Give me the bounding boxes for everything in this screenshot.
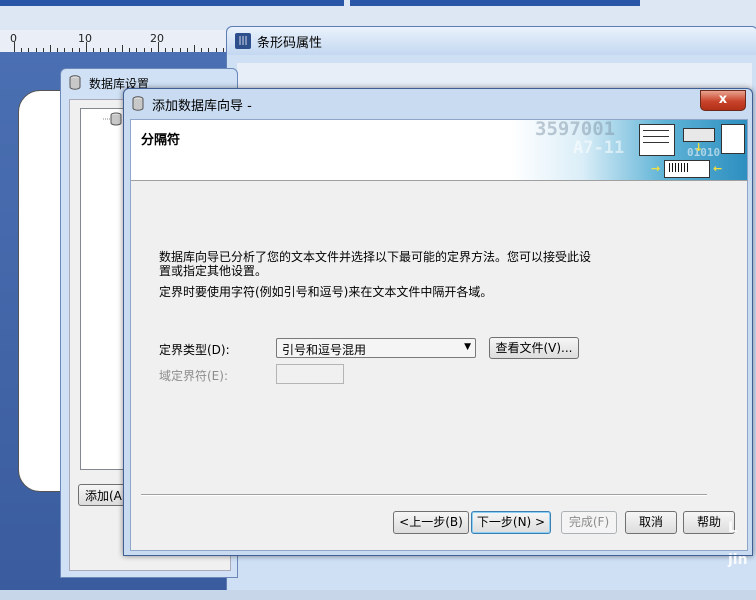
ruler-label-10: 10 — [78, 32, 92, 45]
page-title: 分隔符 — [141, 133, 181, 148]
delimiter-type-value: 引号和逗号混用 — [282, 343, 367, 357]
banner-number-1: 3597001 — [535, 120, 616, 140]
barcode-window-tabs — [237, 63, 752, 89]
delimiter-type-label: 定界类型(D): — [159, 343, 230, 357]
ruler-tick — [122, 45, 123, 52]
cancel-button[interactable]: 取消 — [625, 511, 677, 534]
wizard-header-banner: 3597001 A7-11 01010 ↓ → ← — [511, 120, 747, 180]
ruler-tick — [194, 45, 195, 52]
down-arrow-icon: ↓ — [694, 141, 704, 154]
close-icon: x — [718, 92, 728, 107]
add-database-wizard-dialog: 添加数据库向导 - x 分隔符 3597001 A7-11 01010 ↓ → … — [123, 88, 753, 556]
field-delimiter-label: 域定界符(E): — [159, 369, 228, 383]
ruler-tick — [50, 45, 51, 52]
database-icon — [132, 96, 144, 111]
ruler-tick — [14, 42, 15, 52]
watermark: L jin — [728, 520, 748, 568]
document-icon — [721, 124, 745, 154]
barcode-icon: ||| — [235, 33, 251, 49]
delimiter-type-select[interactable]: 引号和逗号混用 ▼ — [276, 338, 476, 358]
next-button[interactable]: 下一步(N) > — [471, 511, 551, 534]
ruler-label-20: 20 — [150, 32, 164, 45]
field-delimiter-input[interactable] — [276, 364, 344, 384]
ruler-tick — [158, 42, 159, 52]
spreadsheet-icon — [639, 124, 675, 156]
button-separator — [141, 494, 707, 496]
icon-detail — [643, 136, 669, 137]
chevron-down-icon: ▼ — [464, 342, 471, 352]
hint-text: 定界时要使用字符(例如引号和逗号)来在文本文件中隔开各域。 — [159, 285, 493, 299]
horizontal-ruler: 0 10 20 — [0, 30, 339, 53]
banner-number-2: A7-11 — [573, 138, 625, 158]
database-icon — [69, 75, 81, 90]
close-button[interactable]: x — [700, 90, 746, 111]
left-arrow-icon: ← — [713, 162, 723, 175]
barcode-window-titlebar[interactable]: ||| 条形码属性 — [227, 27, 756, 55]
barcode-window-title: 条形码属性 — [257, 36, 323, 51]
intro-text: 数据库向导已分析了您的文本文件并选择以下最可能的定界方法。您可以接受此设置或指定… — [159, 250, 592, 278]
icon-detail — [643, 142, 669, 143]
ruler-tick — [86, 42, 87, 52]
database-node-icon — [103, 112, 122, 126]
banner-number-3: 01010 — [687, 146, 721, 159]
wizard-client-area: 分隔符 3597001 A7-11 01010 ↓ → ← 数据库向导已分析了您… — [130, 119, 748, 551]
server-icon — [683, 128, 715, 142]
finish-button[interactable]: 完成(F) — [561, 511, 617, 534]
back-button[interactable]: <上一步(B) — [393, 511, 469, 534]
barcode-bars — [669, 163, 689, 172]
icon-detail — [643, 130, 669, 131]
toolbar-strip-left — [0, 0, 344, 6]
wizard-title: 添加数据库向导 - — [152, 99, 252, 114]
background-statusbar — [0, 590, 756, 600]
right-arrow-icon: → — [651, 162, 661, 175]
view-file-button[interactable]: 查看文件(V)... — [489, 337, 579, 359]
toolbar-strip-right — [350, 0, 640, 6]
wizard-header: 分隔符 3597001 A7-11 01010 ↓ → ← — [131, 120, 747, 181]
